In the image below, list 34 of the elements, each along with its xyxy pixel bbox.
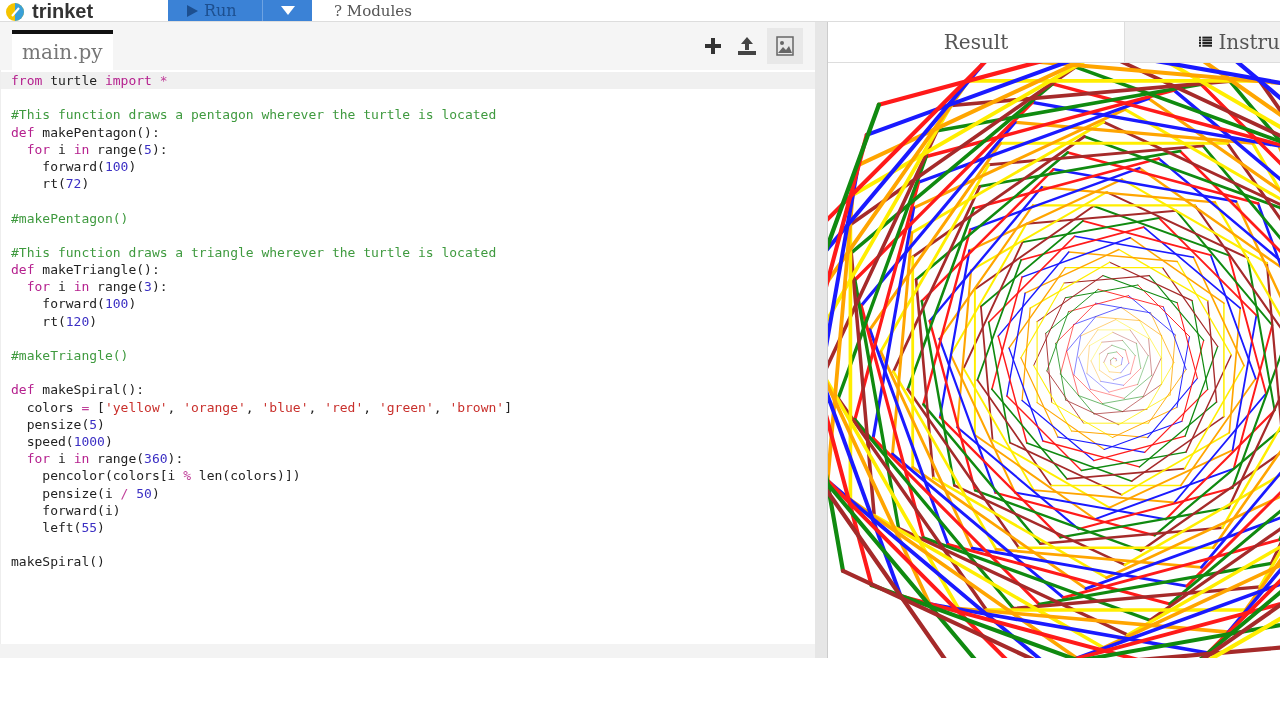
code-line: colors = ['yellow', 'orange', 'blue', 'red', 'green', 'brown'] — [25, 398, 513, 416]
code-line: makeSpiral() — [10, 553, 106, 571]
code-line: def makeSpiral(): — [10, 381, 146, 399]
code-line: pensize(5) — [25, 415, 106, 433]
code-line: def makePentagon(): — [10, 123, 161, 141]
code-line: rt(72) — [41, 175, 91, 193]
add-icon — [703, 36, 723, 56]
code-line: def makeTriangle(): — [10, 261, 161, 279]
code-line: left(55) — [41, 518, 106, 537]
code-line: #This function draws a pentagon wherever the turtle is located — [10, 106, 498, 124]
code-line: speed(1000) — [25, 432, 114, 451]
upload-icon — [737, 36, 757, 56]
code-line: #This function draws a triangle wherever the turtle is located — [10, 243, 498, 262]
code-line: #makeTriangle() — [10, 347, 130, 365]
modules-link[interactable]: ? Modules — [334, 1, 412, 20]
code-line: for i in range(3): — [25, 278, 169, 296]
code-line: #makePentagon() — [10, 209, 130, 227]
image-icon — [775, 36, 795, 56]
logo-text: trinket — [32, 1, 94, 21]
dropdown-button[interactable] — [262, 0, 312, 21]
code-line: for i in range(360): — [25, 450, 185, 468]
panel-tab[interactable]: Instru — [1125, 22, 1280, 62]
caret-icon — [280, 6, 295, 15]
code-line: pencolor(colors[i % len(colors)]) — [41, 467, 302, 485]
code-line: forward(100) — [41, 157, 138, 176]
code-line: for i in range(5): — [25, 140, 169, 158]
file-tab[interactable]: main.py — [12, 30, 113, 70]
code-line: forward(i) — [41, 501, 122, 519]
list-icon — [1199, 34, 1213, 50]
code-line: forward(100) — [41, 295, 138, 313]
code-line: pensize(i / 50) — [41, 484, 161, 502]
play-icon — [186, 4, 198, 17]
image-button[interactable] — [767, 28, 803, 64]
code-line: rt(120) — [41, 312, 99, 330]
